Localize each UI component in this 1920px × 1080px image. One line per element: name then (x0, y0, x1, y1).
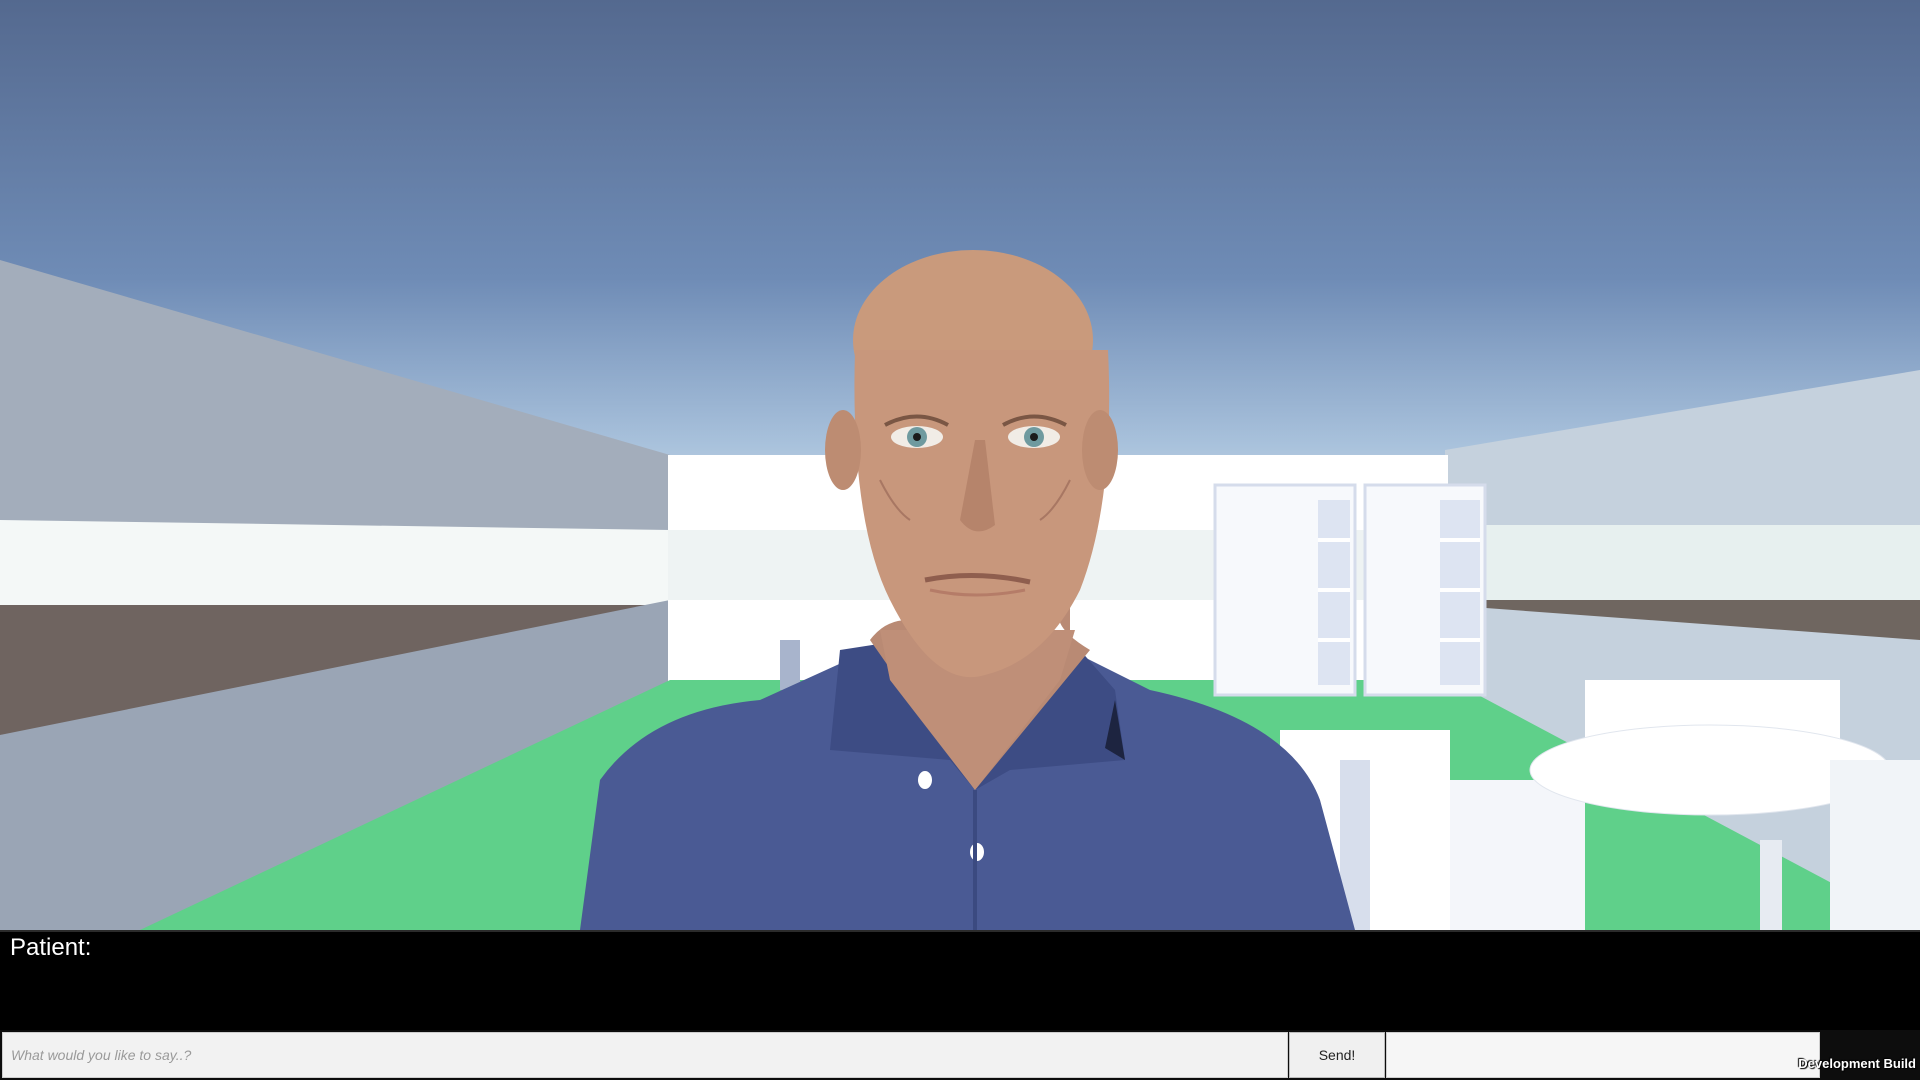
chat-input[interactable] (2, 1032, 1288, 1078)
chat-bar: Send! (0, 1030, 1920, 1080)
bookshelf (1213, 483, 1487, 697)
development-build-label: Development Build (1798, 1056, 1916, 1071)
scene-render (0, 250, 1920, 930)
left-wall-stripe (0, 520, 670, 605)
input-side-panel (1386, 1032, 1820, 1078)
send-button[interactable]: Send! (1289, 1032, 1385, 1078)
game-viewport (0, 0, 1920, 930)
dialog-panel: Patient: (0, 930, 1920, 1030)
right-wall-stripe (1445, 525, 1920, 600)
speaker-label: Patient: (10, 934, 92, 961)
